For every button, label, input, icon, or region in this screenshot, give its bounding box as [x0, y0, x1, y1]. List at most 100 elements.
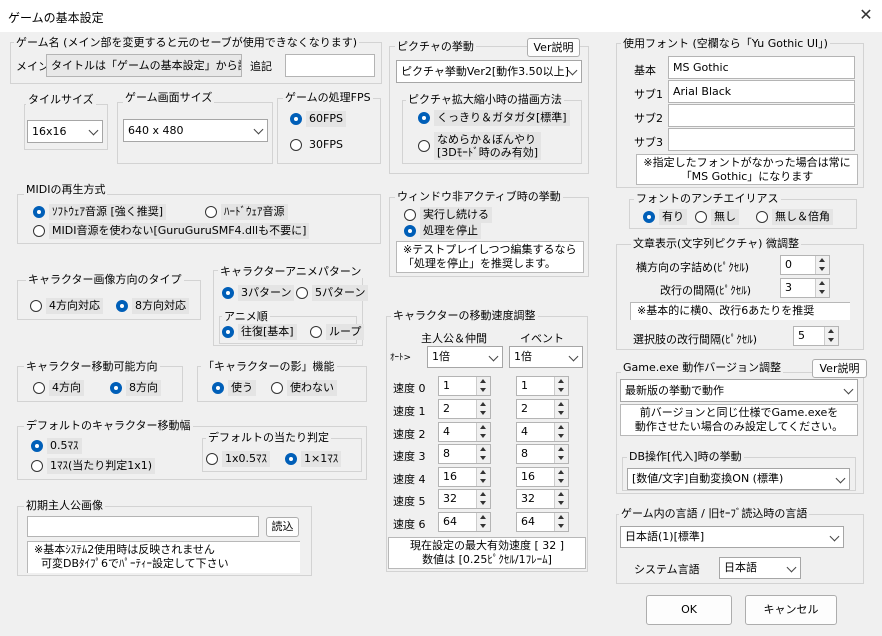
tile-size-label: タイルサイズ: [26, 93, 96, 106]
speed-row-label: 速度 0: [393, 382, 426, 395]
font-sub3-input[interactable]: [668, 128, 855, 151]
hero-speed-spin[interactable]: 1: [438, 376, 491, 396]
append-label: 追記: [250, 60, 272, 73]
version-note: 前バージョンと同じ仕様でGame.exeを 動作させたい場合のみ設定してください…: [620, 404, 858, 436]
spin-buttons[interactable]: [815, 256, 829, 274]
picture-select[interactable]: ピクチャ挙動Ver2[動作3.50以上]: [396, 60, 582, 83]
system-language-label: システム言語: [634, 563, 700, 576]
font-sub1-input[interactable]: Arial Black: [668, 80, 855, 103]
event-speed-spin[interactable]: 8: [516, 444, 569, 464]
font-sub2-input[interactable]: [668, 104, 855, 127]
game-name-group-label: ゲーム名 (メイン部を変更すると元のセーブが使用できなくなります): [14, 36, 360, 49]
font-main-label: 基本: [634, 64, 656, 77]
db-label: DB操作[代入]時の挙動: [627, 450, 744, 463]
font-sub2-label: サブ2: [634, 112, 663, 125]
text-display-label: 文章表示(文字列ピクチャ) 微調整: [631, 237, 801, 250]
cancel-button[interactable]: キャンセル: [745, 595, 837, 625]
event-header: イベント: [520, 332, 564, 345]
spin-buttons[interactable]: [815, 279, 829, 297]
spin-buttons[interactable]: [476, 468, 490, 486]
spin-buttons[interactable]: [824, 327, 838, 345]
font-main-input[interactable]: MS Gothic: [668, 56, 855, 79]
hero-header: 主人公＆仲間: [421, 332, 487, 345]
picture-scale-label: ピクチャ拡大縮小時の描画方法: [406, 93, 564, 106]
choice-spacing-spin[interactable]: 5: [793, 326, 839, 346]
spin-buttons[interactable]: [476, 400, 490, 418]
auto-label: ｵｰﾄ>: [390, 353, 412, 363]
inactive-note: ※テストプレイしつつ編集するなら 「処理を停止」を推奨します。: [396, 241, 584, 273]
spin-buttons[interactable]: [476, 445, 490, 463]
event-speed-spin[interactable]: 32: [516, 489, 569, 509]
spin-buttons[interactable]: [554, 468, 568, 486]
shadow-label: 「キャラクターの影」機能: [201, 360, 337, 373]
spin-buttons[interactable]: [554, 377, 568, 395]
version-select[interactable]: 最新版の挙動で動作: [620, 379, 858, 402]
version-label: Game.exe 動作バージョン調整: [621, 361, 784, 374]
hero-auto-select[interactable]: 1倍: [427, 346, 503, 368]
h-spacing-label: 横方向の字詰め(ﾋﾟｸｾﾙ): [636, 261, 750, 274]
midi-label: MIDIの再生方式: [24, 183, 108, 196]
close-icon[interactable]: ✕: [856, 4, 876, 26]
font-sub1-label: サブ1: [634, 88, 663, 101]
main-name-input[interactable]: タイトルは「ゲームの基本設定」から設: [46, 54, 242, 77]
hero-speed-spin[interactable]: 64: [438, 512, 491, 532]
char-anim-label: キャラクターアニメパターン: [218, 265, 364, 278]
hero-speed-spin[interactable]: 8: [438, 444, 491, 464]
move-width-label: デフォルトのキャラクター移動幅: [24, 419, 193, 432]
hero-speed-spin[interactable]: 2: [438, 399, 491, 419]
inactive-label: ウィンドウ非アクティブ時の挙動: [395, 190, 563, 203]
load-button[interactable]: 読込: [266, 517, 299, 537]
chevron-down-icon: [835, 473, 846, 484]
picture-ver-button[interactable]: Ver説明: [527, 38, 580, 57]
fps-label: ゲームの処理FPS: [283, 91, 373, 104]
initial-hero-input[interactable]: [27, 516, 259, 537]
system-language-select[interactable]: 日本語: [719, 557, 801, 579]
event-auto-select[interactable]: 1倍: [509, 346, 583, 368]
speed-note: 現在設定の最大有効速度 [ 32 ] 数値は [0.25ﾋﾟｸｾﾙ/1ﾌﾚｰﾑ]: [388, 537, 586, 569]
chevron-down-icon: [843, 384, 854, 395]
db-select[interactable]: [数値/文字]自動変換ON (標準): [627, 468, 850, 490]
initial-hero-label: 初期主人公画像: [24, 499, 105, 512]
text-display-note: ※基本的に横0、改行6あたりを推奨: [630, 302, 850, 320]
spin-buttons[interactable]: [554, 513, 568, 531]
picture-label: ピクチャの挙動: [395, 40, 476, 53]
screen-size-label: ゲーム画面サイズ: [123, 91, 215, 104]
spin-buttons[interactable]: [554, 400, 568, 418]
speed-label: キャラクターの移動速度調整: [391, 309, 538, 322]
language-label: ゲーム内の言語 / 旧ｾｰﾌﾞ読込時の言語: [619, 507, 810, 520]
chevron-down-icon: [568, 351, 579, 362]
spin-buttons[interactable]: [554, 445, 568, 463]
event-speed-spin[interactable]: 16: [516, 467, 569, 487]
chevron-down-icon: [488, 351, 499, 362]
ok-button[interactable]: OK: [646, 595, 732, 625]
event-speed-spin[interactable]: 4: [516, 422, 569, 442]
event-speed-spin[interactable]: 1: [516, 376, 569, 396]
event-speed-spin[interactable]: 64: [516, 512, 569, 532]
anim-order-label: アニメ順: [222, 310, 270, 323]
window-title: ゲームの基本設定: [8, 11, 104, 25]
spin-buttons[interactable]: [554, 423, 568, 441]
spin-buttons[interactable]: [476, 423, 490, 441]
language-select[interactable]: 日本語(1)[標準]: [620, 526, 844, 548]
hero-speed-spin[interactable]: 32: [438, 489, 491, 509]
spin-buttons[interactable]: [554, 490, 568, 508]
hero-speed-spin[interactable]: 4: [438, 422, 491, 442]
version-ver-button[interactable]: Ver説明: [812, 359, 867, 378]
append-input[interactable]: [285, 54, 375, 77]
move-dir-label: キャラクター移動可能方向: [24, 360, 160, 373]
event-speed-spin[interactable]: 2: [516, 399, 569, 419]
chevron-down-icon: [786, 562, 797, 573]
line-spacing-spin[interactable]: 3: [780, 278, 830, 298]
tile-size-select[interactable]: 16x16: [27, 120, 103, 143]
h-spacing-spin[interactable]: 0: [780, 255, 830, 275]
fonts-note: ※指定したフォントがなかった場合は常に 「MS Gothic」になります: [636, 154, 858, 185]
hero-speed-spin[interactable]: 16: [438, 467, 491, 487]
choice-spacing-label: 選択肢の改行間隔(ﾋﾟｸｾﾙ): [633, 333, 758, 346]
spin-buttons[interactable]: [476, 513, 490, 531]
spin-buttons[interactable]: [476, 490, 490, 508]
screen-size-select[interactable]: 640 x 480: [123, 119, 268, 142]
spin-buttons[interactable]: [476, 377, 490, 395]
font-sub3-label: サブ3: [634, 136, 663, 149]
main-name-label: メイン: [16, 60, 49, 73]
title-bar: ゲームの基本設定 ✕: [0, 0, 882, 32]
